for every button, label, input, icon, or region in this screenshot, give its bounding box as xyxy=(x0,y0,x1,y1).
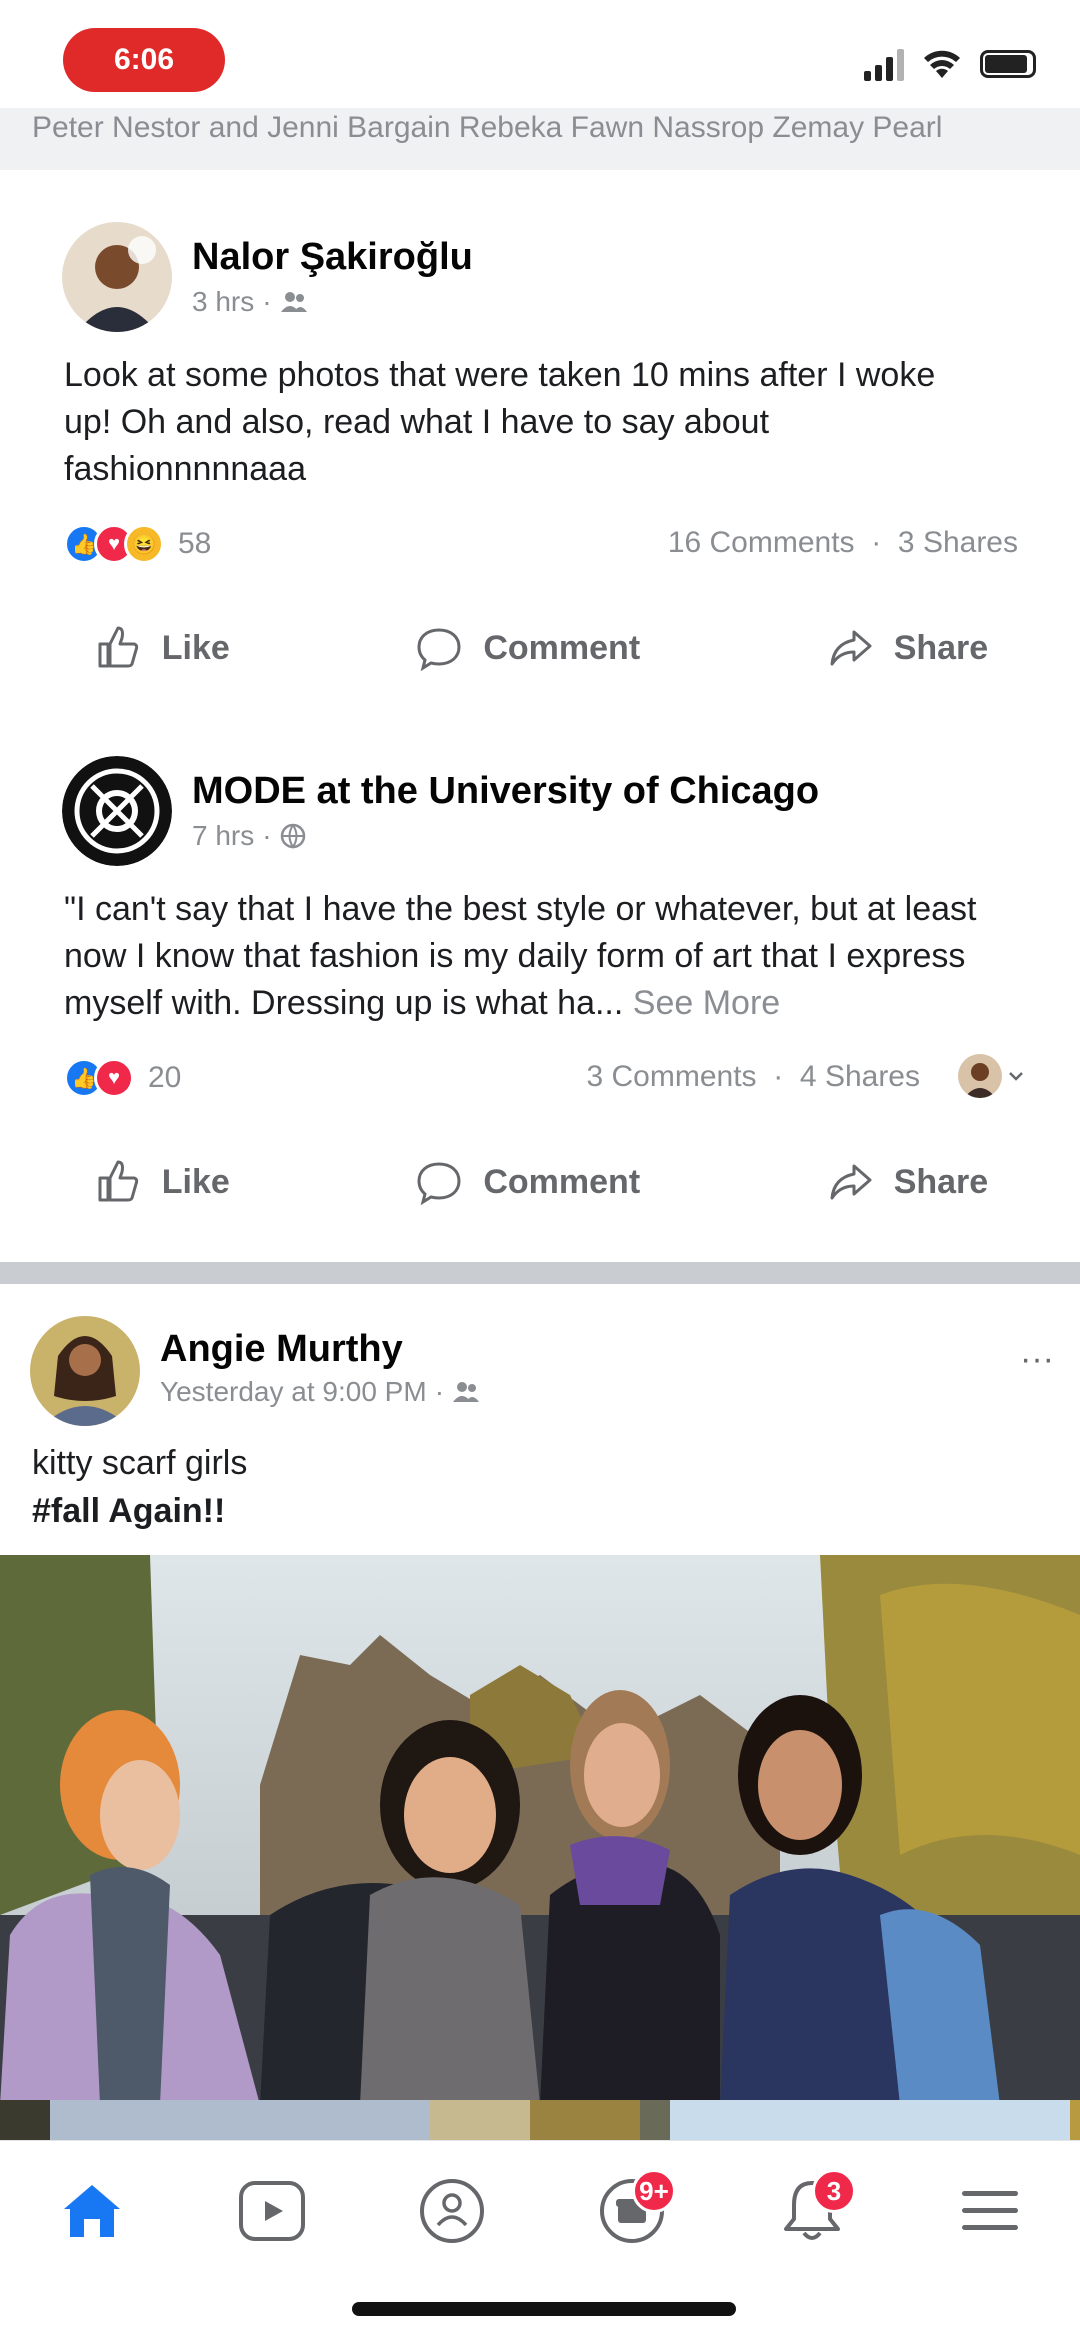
share-label: Share xyxy=(893,628,989,667)
post-hashtag[interactable]: #fall Again!! xyxy=(32,1488,225,1535)
shared-by-strip: Peter Nestor and Jenni Bargain Rebeka Fa… xyxy=(0,108,1080,170)
friends-icon xyxy=(453,1382,480,1402)
home-indicator[interactable] xyxy=(352,2302,736,2316)
post-author[interactable]: Angie Murthy xyxy=(160,1328,403,1371)
post-meta: Yesterday at 9:00 PM · xyxy=(160,1376,480,1408)
tab-home[interactable] xyxy=(42,2161,142,2261)
battery-icon xyxy=(980,50,1036,78)
comments-count[interactable]: 3 Comments xyxy=(587,1060,757,1093)
avatar[interactable] xyxy=(62,222,172,332)
like-button[interactable]: Like xyxy=(92,1156,230,1208)
post-time: Yesterday at 9:00 PM xyxy=(160,1376,427,1407)
comments-count[interactable]: 16 Comments xyxy=(668,526,855,559)
status-time: 6:06 xyxy=(63,28,225,92)
comment-button[interactable]: Comment xyxy=(413,622,640,674)
globe-icon xyxy=(280,823,305,849)
friends-icon xyxy=(280,292,307,312)
like-label: Like xyxy=(161,628,230,667)
post-text-line: kitty scarf girls xyxy=(32,1444,248,1482)
post-time: 7 hrs xyxy=(192,820,255,851)
like-button[interactable]: Like xyxy=(92,622,230,674)
reactions-summary[interactable]: 👍 ♥ 😆 58 xyxy=(64,524,211,564)
tab-marketplace[interactable]: 9+ xyxy=(582,2161,682,2261)
status-bar: 6:06 xyxy=(0,0,1080,118)
share-icon xyxy=(830,630,872,666)
signal-icon xyxy=(864,47,904,81)
post-meta: 7 hrs · xyxy=(192,820,306,852)
post-stats: 3 Comments · 4 Shares xyxy=(586,1060,921,1093)
share-icon xyxy=(830,1164,872,1200)
avatar[interactable] xyxy=(62,756,172,866)
post-author[interactable]: Nalor Şakiroğlu xyxy=(192,236,473,279)
react-as-selector[interactable] xyxy=(958,1054,1024,1098)
groups-icon xyxy=(420,2179,484,2243)
see-more-link[interactable]: See More xyxy=(633,984,780,1022)
avatar[interactable] xyxy=(30,1316,140,1426)
post-author[interactable]: MODE at the University of Chicago xyxy=(192,770,819,813)
like-label: Like xyxy=(161,1162,230,1201)
menu-icon xyxy=(962,2191,1018,2230)
wifi-icon xyxy=(924,50,960,78)
comment-icon xyxy=(417,628,461,672)
home-icon xyxy=(64,2185,120,2237)
more-options-icon[interactable]: ··· xyxy=(1020,1340,1054,1379)
love-reaction-icon: ♥ xyxy=(94,1058,134,1098)
tab-menu[interactable] xyxy=(940,2161,1040,2261)
share-label: Share xyxy=(893,1162,989,1201)
thumbs-up-icon xyxy=(98,1160,138,1202)
photo-thumbnail-strip[interactable] xyxy=(0,2100,1080,2140)
post-time: 3 hrs xyxy=(192,286,255,317)
chevron-down-icon xyxy=(1009,1072,1023,1081)
comment-button[interactable]: Comment xyxy=(413,1156,640,1208)
feed-divider xyxy=(0,1262,1080,1284)
thumbs-up-icon xyxy=(98,626,138,668)
notifications-badge: 3 xyxy=(812,2169,856,2213)
haha-reaction-icon: 😆 xyxy=(124,524,164,564)
comment-label: Comment xyxy=(483,628,641,667)
post-text-content: "I can't say that I have the best style … xyxy=(64,890,977,1022)
viewer-avatar xyxy=(958,1054,1002,1098)
tab-watch[interactable] xyxy=(222,2161,322,2261)
reactions-summary[interactable]: 👍 ♥ 20 xyxy=(64,1058,181,1098)
tab-notifications[interactable]: 3 xyxy=(762,2161,862,2261)
comment-icon xyxy=(417,1162,461,1206)
post-photo[interactable] xyxy=(0,1555,1080,2105)
post-text: "I can't say that I have the best style … xyxy=(64,886,1014,1027)
post-text: Look at some photos that were taken 10 m… xyxy=(64,356,936,488)
watch-icon xyxy=(239,2181,305,2241)
status-icons xyxy=(864,44,1036,84)
shares-count[interactable]: 3 Shares xyxy=(898,526,1018,559)
shares-count[interactable]: 4 Shares xyxy=(800,1060,920,1093)
comment-label: Comment xyxy=(483,1162,641,1201)
reaction-count: 58 xyxy=(178,527,212,560)
marketplace-badge: 9+ xyxy=(632,2169,676,2213)
tab-groups[interactable] xyxy=(402,2161,502,2261)
post-actions: Like Comment Share xyxy=(0,608,1080,688)
post-actions: Like Comment Share xyxy=(0,1142,1080,1222)
share-button[interactable]: Share xyxy=(824,1156,989,1208)
reaction-count: 20 xyxy=(148,1061,182,1094)
share-button[interactable]: Share xyxy=(824,622,989,674)
post-stats: 16 Comments · 3 Shares xyxy=(667,526,1018,559)
post-meta: 3 hrs · xyxy=(192,286,308,318)
